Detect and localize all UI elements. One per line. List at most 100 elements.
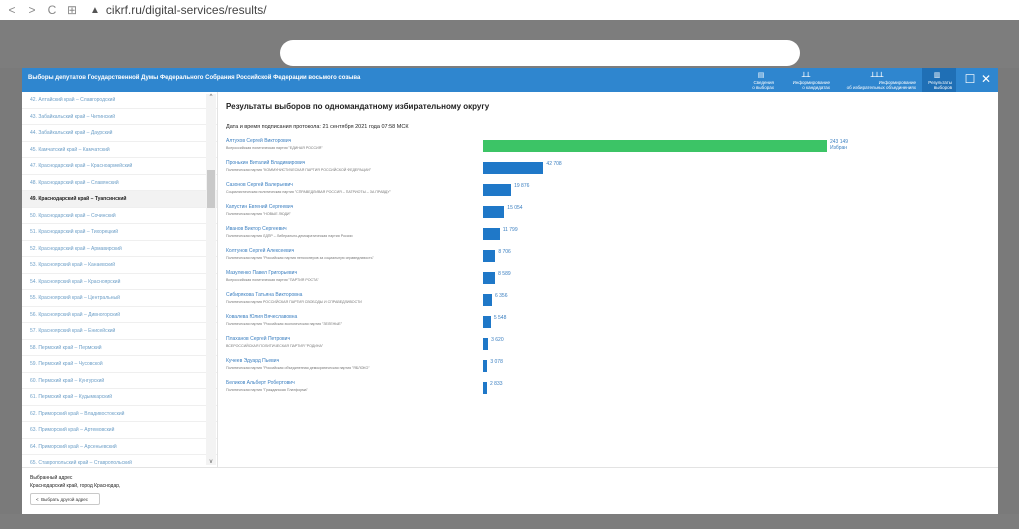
district-item[interactable]: 47. Краснодарский край – Красноармейский — [22, 158, 217, 175]
back-button[interactable]: < — [4, 3, 20, 17]
vote-count: 3 620 — [491, 337, 504, 343]
district-item[interactable]: 62. Приморский край – Владивостокский — [22, 406, 217, 422]
result-bar — [483, 294, 492, 306]
browser-toolbar: < > C ⊞ ▲ cikrf.ru/digital-services/resu… — [0, 0, 1019, 20]
vote-count-label: 3 078 — [490, 359, 503, 365]
candidate-name[interactable]: Алтухов Сергей Викторович — [226, 138, 481, 144]
candidate-row: Кучеев Эдуард Пьевич Политическая партия … — [226, 358, 481, 380]
candidate-name[interactable]: Ковалева Юлия Вячеславовна — [226, 314, 481, 320]
vote-count: 3 078 — [490, 359, 503, 365]
tab-election-info[interactable]: ▤ Сведения о выборах — [748, 68, 778, 92]
vote-count: 19 876 — [514, 183, 530, 189]
vote-count-label: 6 356 — [495, 293, 508, 299]
district-item[interactable]: 43. Забайкальский край – Читинский — [22, 109, 217, 125]
candidate-row: Пронькин Виталий Владимирович Политическа… — [226, 160, 481, 182]
reload-button[interactable]: C — [44, 3, 60, 17]
tab-election-results[interactable]: ▥ Результаты выборов — [922, 68, 956, 92]
selected-address-panel: Выбранный адрес Краснодарский край, горо… — [22, 467, 998, 514]
candidate-name[interactable]: Капустин Евгений Сергеевич — [226, 204, 481, 210]
vote-count: 6 356 — [494, 293, 508, 299]
district-item[interactable]: 51. Краснодарский край – Тихорецкий — [22, 224, 217, 241]
election-title: Выборы депутатов Государственной Думы Фе… — [28, 75, 361, 81]
tab-candidates-info[interactable]: ꓕꓕ Информирование о кандидатах — [782, 68, 834, 92]
district-item[interactable]: 63. Приморский край – Артемовский — [22, 422, 217, 439]
modal-header: Выборы депутатов Государственной Думы Фе… — [22, 68, 998, 92]
candidate-row: Алтухов Сергей Викторович Всероссийская п… — [226, 138, 481, 160]
candidate-row: Плаханов Сергей Петрович ВСЕРОССИЙСКАЯ ПО… — [226, 336, 481, 358]
group-icon: ꓕꓕꓕ — [870, 72, 884, 79]
vote-count-label: 3 620 — [491, 337, 504, 343]
candidate-row: Беликов Альберт Робертович Политическая п… — [226, 380, 481, 402]
candidate-name[interactable]: Колтунов Сергей Алексеевич — [226, 248, 481, 254]
result-bar — [483, 184, 512, 196]
candidate-party: Социалистическая политическая партия "СП… — [226, 190, 391, 194]
selected-address-value: Краснодарский край, город Краснодар, — [30, 483, 121, 489]
district-item[interactable]: 65. Ставропольский край – Ставропольский — [22, 455, 217, 467]
vote-count: 2 833 — [490, 381, 503, 387]
district-item[interactable]: 49. Краснодарский край – Туапсинский — [22, 191, 217, 208]
candidate-row: Сибирякова Татьяна Викторовна Политическа… — [226, 292, 481, 314]
scroll-up-icon[interactable]: ^ — [206, 94, 216, 100]
chart-icon: ▥ — [933, 72, 941, 79]
district-item[interactable]: 55. Красноярский край – Центральный — [22, 290, 217, 307]
district-item[interactable]: 50. Краснодарский край – Сочинский — [22, 208, 217, 224]
candidate-name[interactable]: Сазонов Сергей Валерьевич — [226, 182, 481, 188]
district-item[interactable]: 54. Красноярский край – Красноярский — [22, 274, 217, 290]
scroll-down-icon[interactable]: v — [206, 459, 216, 465]
scrollbar-thumb[interactable] — [207, 170, 215, 208]
district-item[interactable]: 58. Пермский край – Пермский — [22, 340, 217, 356]
close-icon[interactable]: ✕ — [978, 72, 994, 86]
candidate-row: Ковалева Юлия Вячеславовна Политическая п… — [226, 314, 481, 336]
candidate-party: Всероссийская политическая партия "ПАРТИ… — [226, 278, 319, 282]
result-bar — [483, 338, 489, 350]
tab-associations-info[interactable]: ꓕꓕꓕ Информирование об избирательных объе… — [838, 68, 920, 92]
district-item[interactable]: 45. Камчатский край – Камчатский — [22, 142, 217, 158]
address-bar[interactable]: cikrf.ru/digital-services/results/ — [106, 3, 267, 17]
district-list: 42. Алтайский край – Славгородский 43. За… — [22, 92, 218, 467]
document-icon: ▤ — [757, 72, 765, 79]
not-secure-icon[interactable]: ▲ — [90, 5, 100, 16]
candidate-name[interactable]: Беликов Альберт Робертович — [226, 380, 481, 386]
district-item[interactable]: 59. Пермский край – Чусовской — [22, 356, 217, 373]
district-item[interactable]: 57. Красноярский край – Енисейский — [22, 323, 217, 340]
candidate-row: Мазуленко Павел Григорьевич Всероссийская… — [226, 270, 481, 292]
result-bar — [483, 360, 488, 372]
tab-label-line2: о кандидатах — [802, 85, 830, 90]
district-item[interactable]: 52. Краснодарский край – Армавирский — [22, 241, 217, 257]
candidate-name[interactable]: Пронькин Виталий Владимирович — [226, 160, 481, 166]
candidate-name[interactable]: Мазуленко Павел Григорьевич — [226, 270, 481, 276]
district-item[interactable]: 64. Приморский край – Арсеньевский — [22, 439, 217, 455]
candidate-row: Иванов Виктор Сергеевич Политическая парт… — [226, 226, 481, 248]
page-title: Результаты выборов по одномандатному изб… — [226, 102, 490, 111]
vote-count-label: 11 799 — [503, 227, 518, 233]
protocol-timestamp: Дата и время подписания протокола: 21 се… — [226, 124, 409, 130]
vote-count-label: 8 706 — [498, 249, 511, 255]
district-item[interactable]: 53. Красноярский край – Канаевский — [22, 257, 217, 274]
vote-count-label: 243 149 Избран — [830, 139, 848, 151]
result-bar — [483, 206, 505, 218]
candidate-name[interactable]: Плаханов Сергей Петрович — [226, 336, 481, 342]
candidate-name[interactable]: Сибирякова Татьяна Викторовна — [226, 292, 481, 298]
forward-button[interactable]: > — [24, 3, 40, 17]
district-item[interactable]: 56. Красноярский край – Дивногорский — [22, 307, 217, 323]
vote-count-label: 42 708 — [546, 161, 561, 167]
district-item[interactable]: 61. Пермский край – Кудымкарский — [22, 389, 217, 406]
results-modal: Выборы депутатов Государственной Думы Фе… — [22, 68, 998, 514]
candidate-party: Политическая партия "Российская объедине… — [226, 366, 370, 370]
change-address-button[interactable]: < Выбрать другой адрес — [30, 493, 100, 505]
apps-icon[interactable]: ⊞ — [64, 3, 80, 17]
vote-count: 8 706 — [498, 249, 511, 255]
district-item[interactable]: 60. Пермский край – Кунгурский — [22, 373, 217, 389]
district-item[interactable]: 44. Забайкальский край – Даурский — [22, 125, 217, 142]
district-item[interactable]: 42. Алтайский край – Славгородский — [22, 92, 217, 109]
candidate-name[interactable]: Иванов Виктор Сергеевич — [226, 226, 481, 232]
candidate-party: Политическая партия "КОММУНИСТИЧЕСКАЯ ПА… — [226, 168, 371, 172]
candidate-name[interactable]: Кучеев Эдуард Пьевич — [226, 358, 481, 364]
result-bar — [483, 162, 544, 174]
tab-label-line2: выборов — [933, 85, 952, 90]
district-item[interactable]: 48. Краснодарский край – Славянский — [22, 175, 217, 191]
district-scrollbar[interactable]: ^ v — [206, 94, 216, 465]
result-bar — [483, 272, 496, 284]
candidate-party: Политическая партия "НОВЫЕ ЛЮДИ" — [226, 212, 291, 216]
maximize-icon[interactable]: ☐ — [962, 72, 978, 86]
